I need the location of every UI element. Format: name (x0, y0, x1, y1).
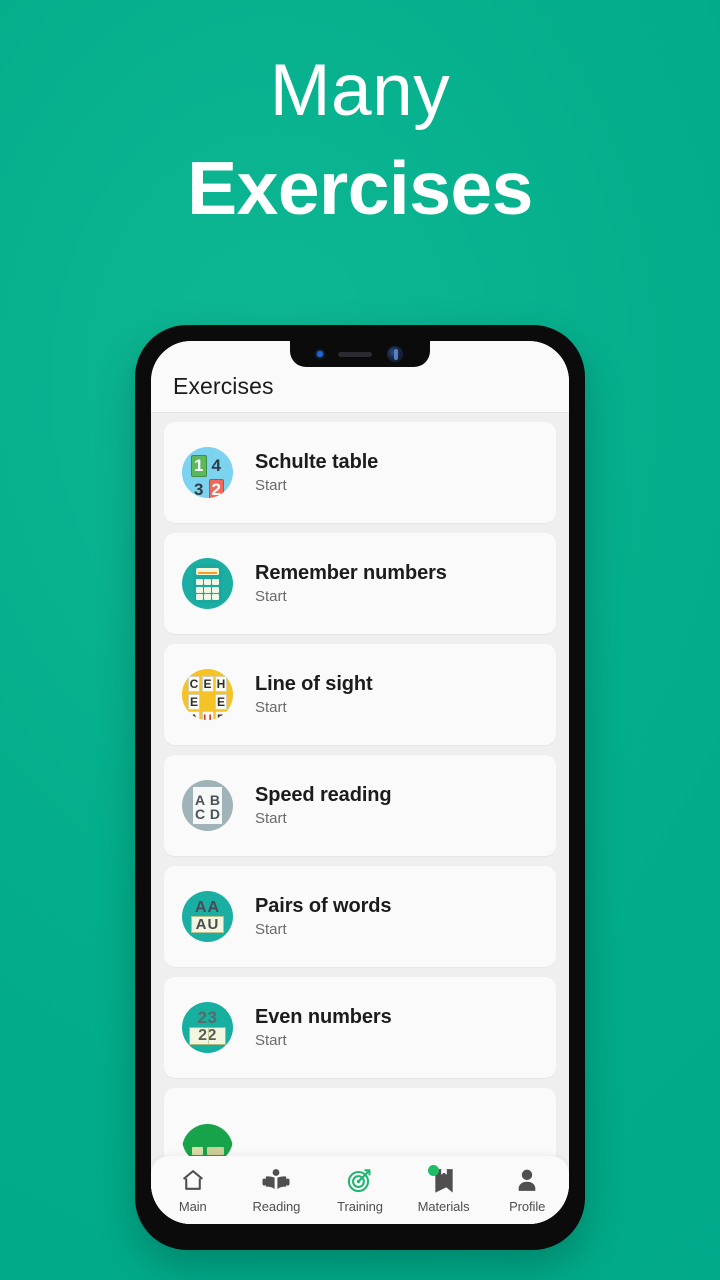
speed-letter-d: D (209, 806, 220, 822)
letter-grid-icon: C E H E E A U P (182, 669, 233, 720)
nav-item-materials[interactable]: Materials (404, 1164, 484, 1214)
word-pairs-icon: AA AU (182, 891, 233, 942)
los-letter-2: E (201, 676, 214, 692)
exercise-action[interactable]: Start (255, 699, 373, 717)
materials-badge (427, 1164, 439, 1176)
los-letter-9: P (215, 711, 227, 720)
exercise-action[interactable]: Start (255, 1032, 392, 1050)
abcd-page-icon: A B C D (182, 780, 233, 831)
exercise-name: Even numbers (255, 1006, 392, 1028)
exercise-card-even-numbers[interactable]: 23 22 Even numbers Start (164, 977, 556, 1078)
person-icon (515, 1167, 539, 1195)
reading-icon (262, 1167, 290, 1195)
exercise-name: Speed reading (255, 784, 392, 806)
phone-screen: Exercises 1 4 3 2 Schulte table Start Re… (151, 341, 569, 1224)
los-letter-6: E (215, 693, 227, 710)
even-box-text: 22 (189, 1027, 226, 1045)
target-icon (346, 1167, 373, 1195)
nav-item-profile[interactable]: Profile (487, 1167, 567, 1214)
los-letter-8: U (201, 711, 214, 720)
exercise-card-speed-reading[interactable]: A B C D Speed reading Start (164, 755, 556, 856)
schulte-tile-1: 1 (191, 455, 207, 477)
schulte-tile-3: 3 (194, 480, 204, 498)
earpiece-speaker-icon (338, 351, 372, 357)
even-numbers-icon: 23 22 (182, 1002, 233, 1053)
promo-line-2: Exercises (187, 146, 533, 230)
exercise-name: Schulte table (255, 451, 379, 473)
promo-headline: Many Exercises (0, 0, 720, 232)
exercise-card-line-of-sight[interactable]: C E H E E A U P Line of sight Start (164, 644, 556, 745)
nav-label: Materials (417, 1198, 470, 1214)
schulte-table-icon: 1 4 3 2 (182, 447, 233, 498)
los-letter-1: C (188, 676, 200, 692)
notification-led-icon (317, 351, 323, 357)
exercise-list[interactable]: 1 4 3 2 Schulte table Start Remember num… (151, 413, 569, 1224)
speed-letter-c: C (195, 806, 206, 822)
promo-line-1: Many (269, 50, 451, 131)
exercise-card-pairs-of-words[interactable]: AA AU Pairs of words Start (164, 866, 556, 967)
los-letter-7: A (188, 711, 200, 720)
los-letter-5 (202, 694, 214, 710)
nav-label: Main (178, 1198, 207, 1214)
nav-label: Training (337, 1198, 383, 1214)
exercise-name: Pairs of words (255, 895, 392, 917)
phone-mockup: Exercises 1 4 3 2 Schulte table Start Re… (135, 325, 585, 1250)
nav-item-reading[interactable]: Reading (236, 1167, 316, 1214)
calculator-icon (182, 558, 233, 609)
bottom-navigation[interactable]: Main Reading Training Materials Profile (151, 1156, 569, 1224)
los-letter-4: E (188, 693, 200, 710)
exercise-action[interactable]: Start (255, 477, 378, 495)
los-letter-3: H (215, 676, 227, 692)
pairs-top-text: AA (194, 899, 221, 916)
phone-notch (290, 341, 430, 367)
front-camera-icon (387, 346, 403, 362)
schulte-tile-2: 2 (208, 479, 224, 498)
exercise-name: Remember numbers (255, 562, 447, 584)
nav-item-training[interactable]: Training (320, 1167, 400, 1214)
nav-label: Reading (252, 1198, 301, 1214)
exercise-action[interactable]: Start (255, 588, 447, 606)
bookmark-icon (427, 1164, 455, 1195)
page-title: Exercises (173, 373, 274, 399)
home-icon (180, 1167, 206, 1195)
nav-label: Profile (509, 1198, 546, 1214)
pairs-box-text: AU (191, 916, 224, 933)
exercise-card-remember-numbers[interactable]: Remember numbers Start (164, 533, 556, 634)
exercise-action[interactable]: Start (255, 810, 392, 828)
exercise-action[interactable]: Start (255, 921, 391, 939)
exercise-name: Line of sight (255, 673, 373, 695)
nav-item-main[interactable]: Main (153, 1167, 233, 1214)
exercise-card-schulte-table[interactable]: 1 4 3 2 Schulte table Start (164, 422, 556, 523)
schulte-tile-4: 4 (211, 456, 221, 475)
even-top-text: 23 (197, 1008, 218, 1027)
